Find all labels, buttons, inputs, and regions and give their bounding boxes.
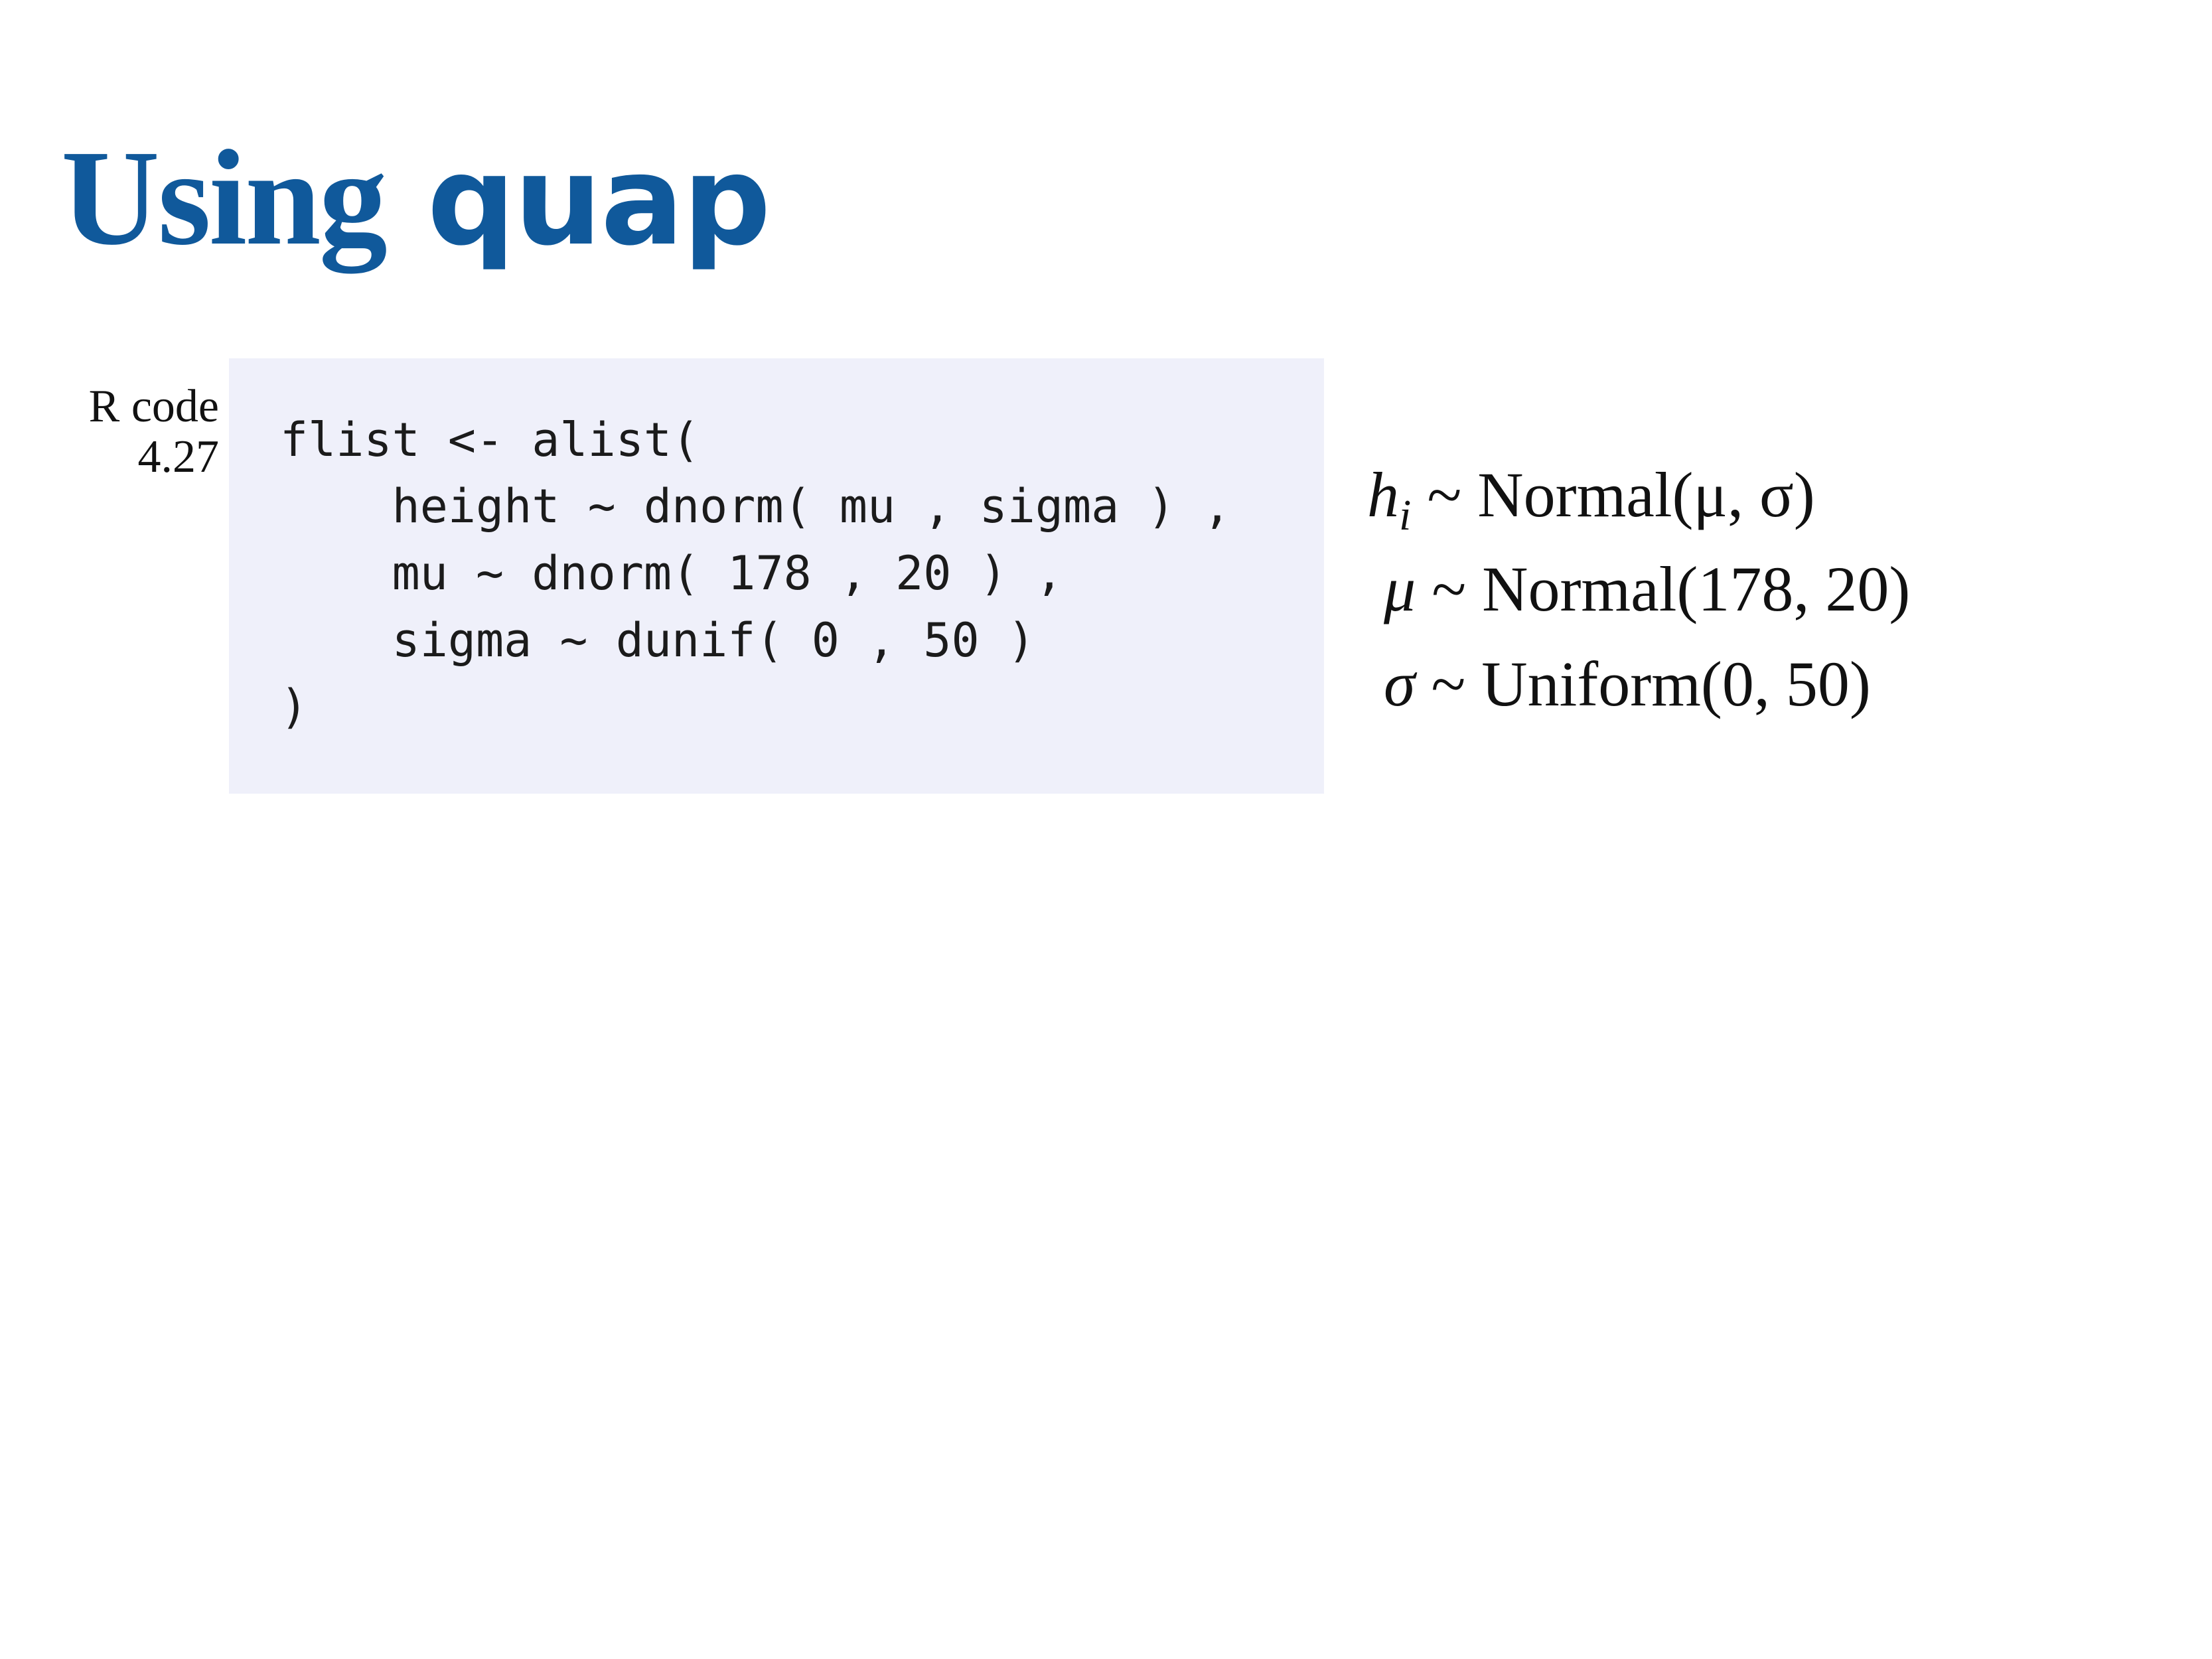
- distribution-args: (178, 20): [1676, 553, 1911, 624]
- code-line: ): [280, 680, 309, 734]
- equation-lhs: μ: [1384, 553, 1416, 624]
- code-line: flist <- alist(: [280, 413, 700, 467]
- distribution-args: (0, 50): [1700, 648, 1871, 719]
- code-label-number: 4.27: [137, 431, 220, 482]
- slide-title: Using quap: [61, 129, 771, 266]
- code-label: R code 4.27: [89, 382, 219, 482]
- code-block: flist <- alist( height ~ dnorm( mu , sig…: [229, 358, 1324, 794]
- equation-lhs: h: [1367, 459, 1399, 530]
- code-line: height ~ dnorm( mu , sigma ) ,: [280, 479, 1231, 534]
- code-label-language: R code: [88, 381, 219, 432]
- tilde-operator: ~: [1432, 553, 1467, 624]
- model-equation-mu: μ ~ Normal(178, 20): [1384, 557, 1910, 621]
- equation-lhs: σ: [1384, 648, 1416, 719]
- slide: Using quap R code 4.27 flist <- alist( h…: [0, 0, 2212, 1659]
- distribution-name: Uniform: [1481, 648, 1701, 719]
- slide-title-word-quap: quap: [427, 129, 771, 273]
- model-equation-height: hi ~ Normal(μ, σ): [1367, 463, 1815, 538]
- slide-title-word-using: Using: [61, 121, 388, 273]
- model-equation-sigma: σ ~ Uniform(0, 50): [1384, 652, 1871, 716]
- distribution-name: Normal: [1482, 553, 1677, 624]
- equation-lhs-subscript: i: [1399, 491, 1412, 540]
- code-line: sigma ~ dunif( 0 , 50 ): [280, 613, 1035, 668]
- code-line: mu ~ dnorm( 178 , 20 ) ,: [280, 546, 1064, 601]
- tilde-operator: ~: [1431, 648, 1466, 719]
- distribution-args: (μ, σ): [1672, 459, 1815, 530]
- tilde-operator: ~: [1427, 459, 1462, 530]
- distribution-name: Normal: [1477, 459, 1672, 530]
